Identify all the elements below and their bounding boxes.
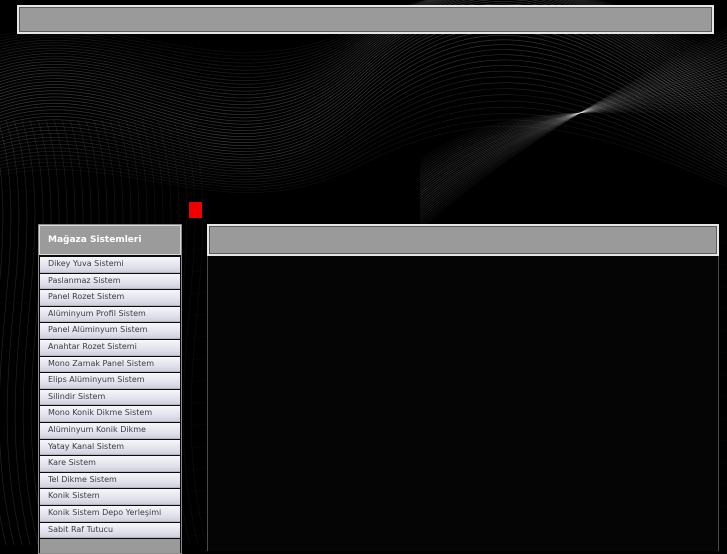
sidebar: Mağaza Sistemleri Dikey Yuva Sistemi Pas… [38, 224, 182, 554]
sidebar-item-panel-aluminyum-sistem[interactable]: Panel Alüminyum Sistem [40, 323, 180, 339]
sidebar-footer-bar [40, 539, 180, 553]
sidebar-title: Mağaza Sistemleri [39, 225, 181, 255]
sidebar-item-anahtar-rozet-sistemi[interactable]: Anahtar Rozet Sistemi [40, 339, 180, 356]
red-marker [189, 202, 202, 218]
sidebar-item-kare-sistem[interactable]: Kare Sistem [40, 456, 180, 472]
sidebar-item-dikey-yuva-sistemi[interactable]: Dikey Yuva Sistemi [40, 257, 180, 273]
sidebar-item-mono-zamak-panel-sistem[interactable]: Mono Zamak Panel Sistem [40, 356, 180, 373]
sidebar-menu: Dikey Yuva Sistemi Paslanmaz Sistem Pane… [40, 257, 180, 539]
sidebar-item-mono-konik-dikme-sistem[interactable]: Mono Konik Dikme Sistem [40, 406, 180, 422]
sidebar-item-silindir-sistem[interactable]: Silindir Sistem [40, 389, 180, 406]
content-area [207, 256, 719, 551]
sidebar-item-panel-rozet-sistem[interactable]: Panel Rozet Sistem [40, 290, 180, 306]
sidebar-item-aluminyum-profil-sistem[interactable]: Alüminyum Profil Sistem [40, 306, 180, 323]
sidebar-item-tel-dikme-sistem[interactable]: Tel Dikme Sistem [40, 472, 180, 489]
sidebar-item-sabit-raf-tutucu[interactable]: Sabit Raf Tutucu [40, 522, 180, 539]
sidebar-item-konik-sistem-depo-yerlesimi[interactable]: Konik Sistem Depo Yerleşimi [40, 505, 180, 522]
sidebar-item-konik-sistem[interactable]: Konik Sistem [40, 489, 180, 505]
sidebar-item-yatay-kanal-sistem[interactable]: Yatay Kanal Sistem [40, 439, 180, 456]
sidebar-item-aluminyum-konik-dikme[interactable]: Alüminyum Konik Dikme [40, 422, 180, 439]
sidebar-item-elips-aluminyum-sistem[interactable]: Elips Alüminyum Sistem [40, 373, 180, 389]
sidebar-item-paslanmaz-sistem[interactable]: Paslanmaz Sistem [40, 273, 180, 290]
content-header-bar [207, 224, 719, 256]
top-banner-bar [17, 5, 714, 34]
